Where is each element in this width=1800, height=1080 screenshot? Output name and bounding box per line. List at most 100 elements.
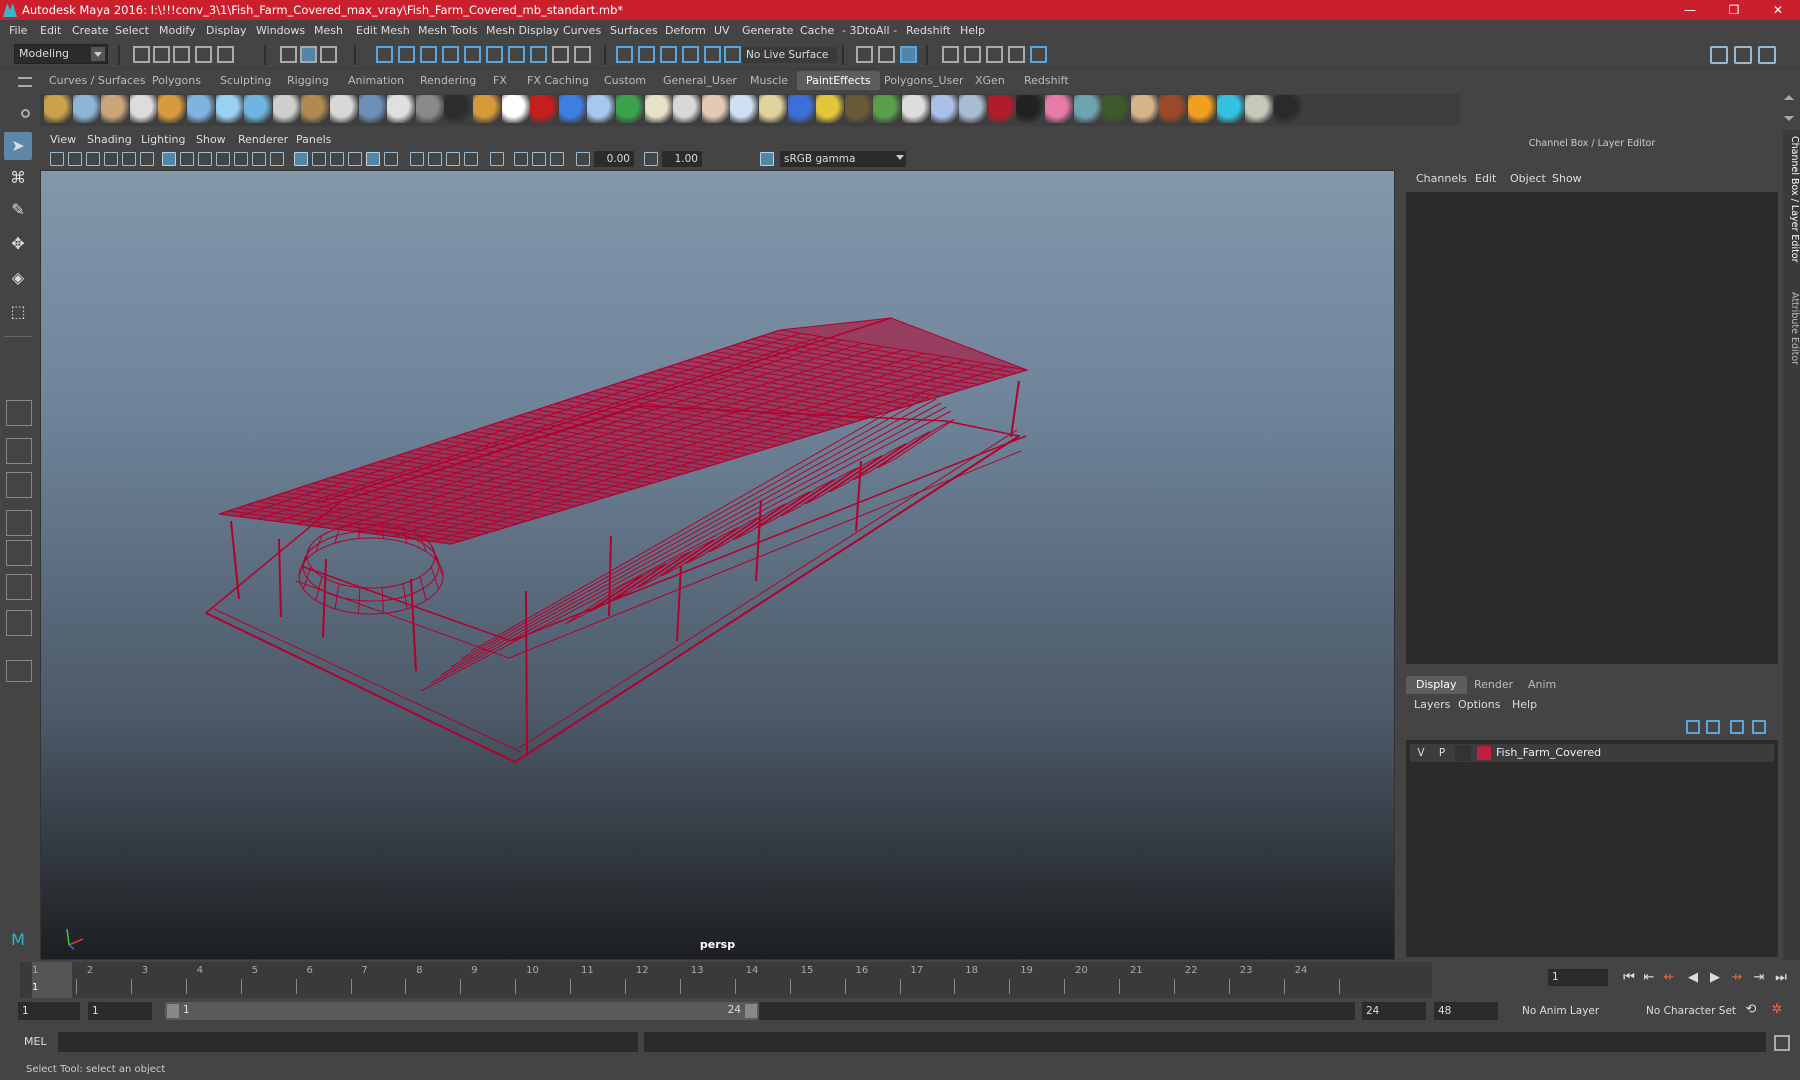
render-settings-icon[interactable]	[986, 46, 1003, 63]
auto-key-icon[interactable]: ⟲	[1742, 1002, 1760, 1018]
paint-effects-brush-icon[interactable]	[616, 95, 644, 123]
channel-box-area[interactable]	[1406, 192, 1778, 664]
paint-effects-brush-icon[interactable]	[902, 95, 930, 123]
paint-effects-brush-icon[interactable]	[101, 95, 130, 123]
menu-windows[interactable]: Windows	[256, 24, 305, 37]
new-scene-icon[interactable]	[133, 46, 150, 63]
layer-tab-render[interactable]: Render	[1464, 676, 1523, 694]
paint-effects-brush-icon[interactable]	[44, 95, 72, 123]
shelf-tab-fx-caching[interactable]: FX Caching	[518, 71, 598, 90]
grease-pencil-icon[interactable]	[140, 152, 154, 166]
shadows-icon[interactable]	[410, 152, 424, 166]
snap-surface-icon[interactable]	[508, 46, 525, 63]
symmetry-icon[interactable]	[574, 46, 591, 63]
channel-box-toggle-icon[interactable]	[1758, 46, 1776, 64]
paint-effects-brush-icon[interactable]	[987, 95, 1016, 123]
camera-icon[interactable]	[50, 152, 64, 166]
shelf-tab-polygons-user[interactable]: Polygons_User	[875, 71, 973, 90]
menu-3dtoall[interactable]: - 3DtoAll -	[842, 24, 897, 37]
paint-effects-brush-icon[interactable]	[673, 95, 702, 123]
paint-effects-brush-icon[interactable]	[959, 95, 988, 123]
hypershade-icon[interactable]	[1008, 46, 1025, 63]
move-layer-up-icon[interactable]	[1686, 720, 1700, 734]
paint-effects-brush-icon[interactable]	[501, 95, 530, 123]
shelf-tab-rendering[interactable]: Rendering	[411, 71, 485, 90]
render-view-icon[interactable]	[878, 46, 895, 63]
shelf-tab-redshift[interactable]: Redshift	[1015, 71, 1078, 90]
menu-help[interactable]: Help	[960, 24, 985, 37]
menu-uv[interactable]: UV	[714, 24, 730, 37]
menu-create[interactable]: Create	[72, 24, 109, 37]
paint-effects-brush-icon[interactable]	[558, 95, 587, 123]
field-chart-icon[interactable]	[234, 152, 248, 166]
ipr-render-icon[interactable]	[900, 46, 917, 63]
paint-effects-brush-icon[interactable]	[730, 95, 759, 123]
shelf-tab-sculpting[interactable]: Sculpting	[211, 71, 280, 90]
redshift-icon[interactable]	[1030, 46, 1047, 63]
paint-effects-brush-icon[interactable]	[816, 95, 845, 123]
menu-mesh-tools[interactable]: Mesh Tools	[418, 24, 478, 37]
current-frame-field[interactable]: 1	[1548, 969, 1608, 986]
paint-effects-brush-icon[interactable]	[215, 95, 244, 123]
lasso-tool-icon[interactable]: ⌘	[4, 164, 32, 192]
layer-tab-display[interactable]: Display	[1406, 676, 1467, 694]
paint-effects-brush-icon[interactable]	[244, 95, 273, 123]
shelf-menu-icon[interactable]	[18, 77, 32, 87]
live-surface-icon[interactable]	[724, 46, 741, 63]
perspective-viewport[interactable]: persp	[40, 170, 1395, 960]
animation-end-field[interactable]: 48	[1434, 1002, 1498, 1020]
menu-curves[interactable]: Curves	[563, 24, 601, 37]
shelf-tab-rigging[interactable]: Rigging	[278, 71, 338, 90]
bookmark-icon[interactable]	[86, 152, 100, 166]
gate-mask-icon[interactable]	[216, 152, 230, 166]
paint-effects-brush-icon[interactable]	[1245, 95, 1274, 123]
step-forward-frame-icon[interactable]: ⇥	[1750, 970, 1768, 986]
magnet-icon[interactable]	[682, 46, 699, 63]
menu-display[interactable]: Display	[206, 24, 247, 37]
wireframe-on-shaded-icon[interactable]	[330, 152, 344, 166]
paint-effects-brush-icon[interactable]	[930, 95, 959, 123]
scroll-up-icon[interactable]	[1784, 95, 1794, 100]
paint-effects-brush-icon[interactable]	[444, 95, 473, 123]
paint-effects-brush-icon[interactable]	[272, 95, 301, 123]
menu-edit[interactable]: Edit	[40, 24, 61, 37]
layer-playback-toggle[interactable]: P	[1434, 745, 1450, 761]
lights-icon[interactable]	[384, 152, 398, 166]
paint-effects-brush-icon[interactable]	[1073, 95, 1102, 123]
panel-menu-show[interactable]: Show	[196, 133, 226, 146]
layer-display-type-toggle[interactable]	[1455, 745, 1471, 761]
side-tab-channel-box[interactable]: Channel Box / Layer Editor	[1783, 136, 1800, 276]
animation-start-field[interactable]: 1	[18, 1002, 80, 1020]
gamma-field[interactable]: 1.00	[662, 151, 702, 167]
go-to-start-icon[interactable]: ⏮	[1620, 970, 1638, 986]
paint-effects-brush-icon[interactable]	[759, 95, 787, 123]
redo-icon[interactable]	[217, 46, 234, 63]
playback-end-field[interactable]: 24	[1362, 1002, 1426, 1020]
camera-attributes-icon[interactable]	[68, 152, 82, 166]
paint-effects-brush-icon[interactable]	[158, 95, 187, 123]
paint-effects-brush-icon[interactable]	[1188, 95, 1216, 123]
query-icon[interactable]	[530, 46, 547, 63]
anim-preferences-icon[interactable]: ✲	[1768, 1002, 1786, 1018]
live-surface-field[interactable]: No Live Surface	[742, 47, 837, 63]
move-layer-down-icon[interactable]	[1706, 720, 1720, 734]
four-view-layout-icon[interactable]	[6, 438, 32, 464]
panel-menu-view[interactable]: View	[50, 133, 76, 146]
persp-outliner-layout-icon[interactable]	[6, 472, 32, 498]
move-tool-icon[interactable]: ✥	[4, 230, 32, 258]
shelf-tab-muscle[interactable]: Muscle	[741, 71, 797, 90]
snap-curve-icon[interactable]	[398, 46, 415, 63]
paint-effects-brush-icon[interactable]	[787, 95, 816, 123]
make-live-icon[interactable]	[704, 46, 721, 63]
modeling-toolkit-icon[interactable]	[1734, 46, 1752, 64]
menu-generate[interactable]: Generate	[742, 24, 793, 37]
paint-effects-brush-icon[interactable]	[644, 95, 673, 123]
timeline-ticks[interactable]: 1 1 2 3 4 5 6 7 8 9 10 11 12 13 14 15 16 17 18 19 20 21 22 23 2…	[20, 962, 1432, 998]
paint-effects-brush-icon[interactable]	[701, 95, 730, 123]
maya-home-icon[interactable]: M	[4, 926, 32, 954]
paint-effects-brush-icon[interactable]	[187, 95, 215, 123]
open-scene-icon[interactable]	[153, 46, 170, 63]
menu-cache[interactable]: Cache	[800, 24, 834, 37]
play-backwards-icon[interactable]: ◀	[1684, 970, 1702, 986]
panel-menu-lighting[interactable]: Lighting	[141, 133, 185, 146]
